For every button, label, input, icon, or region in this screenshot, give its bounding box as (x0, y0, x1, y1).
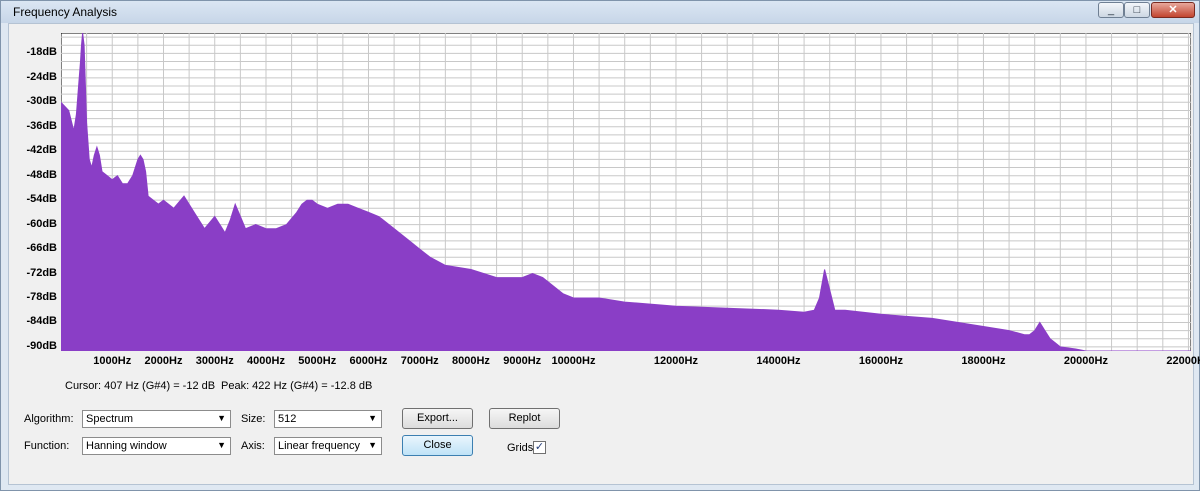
x-tick-label: 5000Hz (298, 355, 337, 367)
frequency-analysis-window: Frequency Analysis _ □ ✕ -18dB -24dB -30dB… (0, 0, 1200, 491)
peak-readout: Peak: 422 Hz (G#4) = -12.8 dB (221, 380, 373, 392)
minimize-button[interactable]: _ (1098, 2, 1124, 18)
window-title: Frequency Analysis (13, 5, 118, 19)
x-tick-label: 7000Hz (400, 355, 439, 367)
x-tick-label: 10000Hz (551, 355, 596, 367)
y-tick-label: -78dB (26, 291, 57, 303)
close-window-button[interactable]: ✕ (1151, 2, 1195, 18)
function-select[interactable]: Hanning window ▼ (82, 437, 231, 455)
grids-checkbox[interactable]: ✓ (533, 441, 546, 454)
x-tick-label: 1000Hz (93, 355, 132, 367)
axis-label: Axis: (241, 440, 265, 452)
x-tick-label: 3000Hz (195, 355, 234, 367)
y-tick-label: -30dB (26, 95, 57, 108)
y-tick-label: -48dB (26, 168, 57, 181)
chevron-down-icon: ▼ (217, 440, 226, 450)
y-tick-label: -18dB (26, 46, 57, 59)
check-icon: ✓ (534, 441, 545, 453)
x-tick-label: 18000Hz (961, 355, 1006, 367)
axis-select[interactable]: Linear frequency ▼ (274, 437, 382, 455)
x-tick-label: 6000Hz (349, 355, 388, 367)
title-bar[interactable]: Frequency Analysis _ □ ✕ (1, 1, 1199, 23)
y-tick-label: -90dB (26, 339, 57, 352)
y-tick-label: -84dB (26, 315, 57, 328)
chevron-down-icon: ▼ (368, 440, 377, 450)
axis-value: Linear frequency (278, 440, 360, 452)
chevron-down-icon: ▼ (217, 413, 226, 423)
replot-button[interactable]: Replot (489, 408, 560, 429)
function-label: Function: (24, 440, 70, 452)
maximize-button[interactable]: □ (1124, 2, 1150, 18)
spectrum-plot[interactable] (61, 33, 1191, 351)
cursor-readout: Cursor: 407 Hz (G#4) = -12 dB (65, 380, 216, 392)
function-value: Hanning window (86, 440, 167, 452)
export-button[interactable]: Export... (402, 408, 473, 429)
y-tick-label: -54dB (26, 193, 57, 206)
size-label: Size: (241, 413, 266, 425)
close-icon: ✕ (1168, 4, 1178, 16)
x-tick-label: 22000Hz (1166, 355, 1200, 367)
minimize-icon: _ (1107, 4, 1115, 16)
y-tick-label: -72dB (26, 266, 57, 279)
algorithm-select[interactable]: Spectrum ▼ (82, 410, 231, 428)
y-tick-label: -60dB (26, 217, 57, 230)
x-tick-label: 8000Hz (452, 355, 490, 367)
x-tick-label: 9000Hz (503, 355, 542, 367)
y-tick-label: -36dB (26, 119, 57, 132)
y-tick-label: -24dB (26, 70, 57, 83)
maximize-icon: □ (1133, 4, 1141, 16)
algorithm-value: Spectrum (86, 413, 134, 425)
grids-label: Grids (507, 442, 534, 454)
y-tick-label: -42dB (26, 144, 57, 157)
x-tick-label: 16000Hz (858, 355, 903, 367)
x-tick-label: 2000Hz (144, 355, 183, 367)
x-tick-label: 12000Hz (653, 355, 698, 367)
y-tick-label: -66dB (26, 242, 57, 255)
x-tick-label: 4000Hz (247, 355, 285, 367)
close-button[interactable]: Close (402, 435, 473, 456)
size-select[interactable]: 512 ▼ (274, 410, 382, 428)
x-tick-label: 14000Hz (756, 355, 801, 367)
size-value: 512 (278, 413, 297, 425)
chevron-down-icon: ▼ (368, 413, 377, 423)
algorithm-label: Algorithm: (24, 413, 74, 425)
x-tick-label: 20000Hz (1063, 355, 1108, 367)
